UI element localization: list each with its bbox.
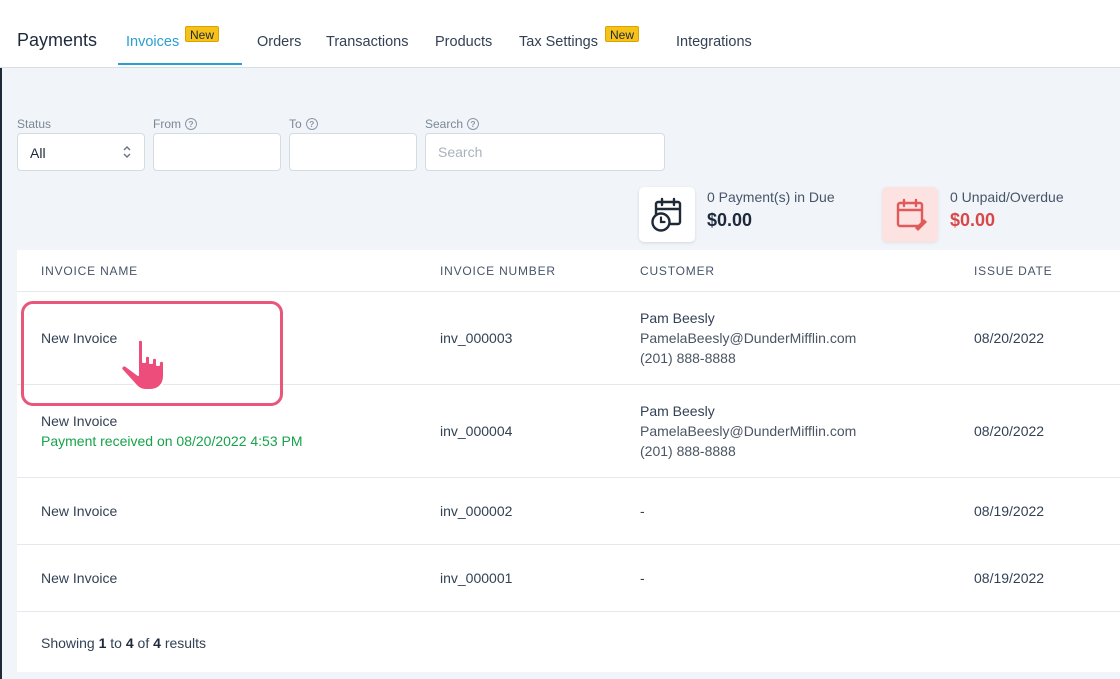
- header-divider: [17, 291, 1120, 292]
- chevron-up-down-icon: [123, 146, 131, 158]
- customer-name: -: [640, 503, 645, 519]
- column-header-issue-date[interactable]: ISSUE DATE: [974, 264, 1052, 278]
- tab-invoices[interactable]: Invoices: [126, 34, 179, 50]
- to-label-text: To: [289, 117, 302, 131]
- from-filter-label: From ?: [153, 117, 197, 131]
- window-left-edge: [0, 68, 2, 679]
- tab-transactions[interactable]: Transactions: [326, 34, 408, 50]
- pagination-summary: Showing 1 to 4 of 4 results: [41, 635, 206, 651]
- unpaid-overdue-amount: $0.00: [950, 210, 996, 230]
- from-date-input-wrapper: [153, 133, 281, 171]
- row-divider: [17, 611, 1120, 612]
- payment-received-note: Payment received on 08/20/2022 4:53 PM: [41, 433, 303, 449]
- pointing-hand-icon: [120, 338, 165, 391]
- from-date-input[interactable]: [154, 134, 280, 170]
- issue-date: 08/20/2022: [974, 330, 1045, 346]
- customer-name: -: [640, 570, 645, 586]
- search-label-text: Search: [425, 117, 464, 131]
- top-navigation: Payments Invoices New Orders Transaction…: [0, 0, 1120, 68]
- tab-products[interactable]: Products: [435, 34, 492, 50]
- payments-due-count: 0 Payment(s) in Due: [707, 189, 835, 205]
- pagination-suffix: results: [164, 635, 207, 651]
- search-input[interactable]: [426, 134, 664, 170]
- customer-email: PamelaBeesly@DunderMifflin.com: [640, 423, 857, 439]
- active-tab-indicator: [118, 63, 242, 65]
- help-icon[interactable]: ?: [305, 118, 318, 130]
- status-filter-label: Status: [17, 117, 51, 131]
- to-date-input[interactable]: [290, 134, 416, 170]
- pagination-from: 1: [98, 635, 107, 651]
- customer-name: Pam Beesly: [640, 310, 715, 326]
- customer-email: PamelaBeesly@DunderMifflin.com: [640, 330, 857, 346]
- status-select[interactable]: All: [17, 133, 145, 171]
- payments-due-icon-tile: [639, 187, 695, 242]
- customer-phone: (201) 888-8888: [640, 443, 736, 459]
- pagination-total: 4: [153, 635, 161, 651]
- column-header-invoice-number[interactable]: INVOICE NUMBER: [440, 264, 556, 278]
- pagination-prefix: Showing: [41, 635, 95, 651]
- status-label-text: Status: [17, 117, 52, 131]
- customer-name: Pam Beesly: [640, 403, 715, 419]
- invoice-number: inv_000003: [440, 330, 513, 346]
- new-badge-tax-settings: New: [605, 26, 640, 42]
- invoice-name-link[interactable]: New Invoice: [41, 413, 117, 429]
- calendar-clock-icon: [651, 197, 682, 232]
- column-header-customer[interactable]: CUSTOMER: [640, 264, 715, 278]
- issue-date: 08/19/2022: [974, 570, 1045, 586]
- pagination-of-word: of: [137, 635, 150, 651]
- unpaid-overdue-count: 0 Unpaid/Overdue: [950, 189, 1064, 205]
- page-title: Payments: [17, 30, 98, 50]
- row-divider: [17, 544, 1120, 545]
- column-header-invoice-name[interactable]: INVOICE NAME: [41, 264, 138, 278]
- search-input-wrapper: [425, 133, 665, 171]
- new-badge-invoices: New: [185, 26, 220, 42]
- invoice-number: inv_000002: [440, 503, 513, 519]
- calendar-edit-icon: [896, 198, 927, 231]
- to-filter-label: To ?: [289, 117, 318, 131]
- search-filter-label: Search ?: [425, 117, 480, 131]
- issue-date: 08/19/2022: [974, 503, 1045, 519]
- from-label-text: From: [153, 117, 181, 131]
- tab-orders[interactable]: Orders: [257, 34, 301, 50]
- invoice-number: inv_000004: [440, 423, 513, 439]
- tab-tax-settings[interactable]: Tax Settings: [519, 34, 598, 50]
- invoice-number: inv_000001: [440, 570, 513, 586]
- status-select-value: All: [30, 145, 46, 161]
- help-icon[interactable]: ?: [467, 118, 480, 130]
- pagination-to: 4: [125, 635, 134, 651]
- to-date-input-wrapper: [289, 133, 417, 171]
- customer-phone: (201) 888-8888: [640, 350, 736, 366]
- help-icon[interactable]: ?: [185, 118, 197, 130]
- invoice-name-link[interactable]: New Invoice: [41, 570, 117, 586]
- payments-due-amount: $0.00: [707, 210, 753, 230]
- tab-integrations[interactable]: Integrations: [676, 34, 752, 50]
- unpaid-overdue-icon-tile: [882, 187, 938, 242]
- pagination-to-word: to: [110, 635, 122, 651]
- invoice-name-link[interactable]: New Invoice: [41, 503, 117, 519]
- issue-date: 08/20/2022: [974, 423, 1045, 439]
- row-divider: [17, 477, 1120, 478]
